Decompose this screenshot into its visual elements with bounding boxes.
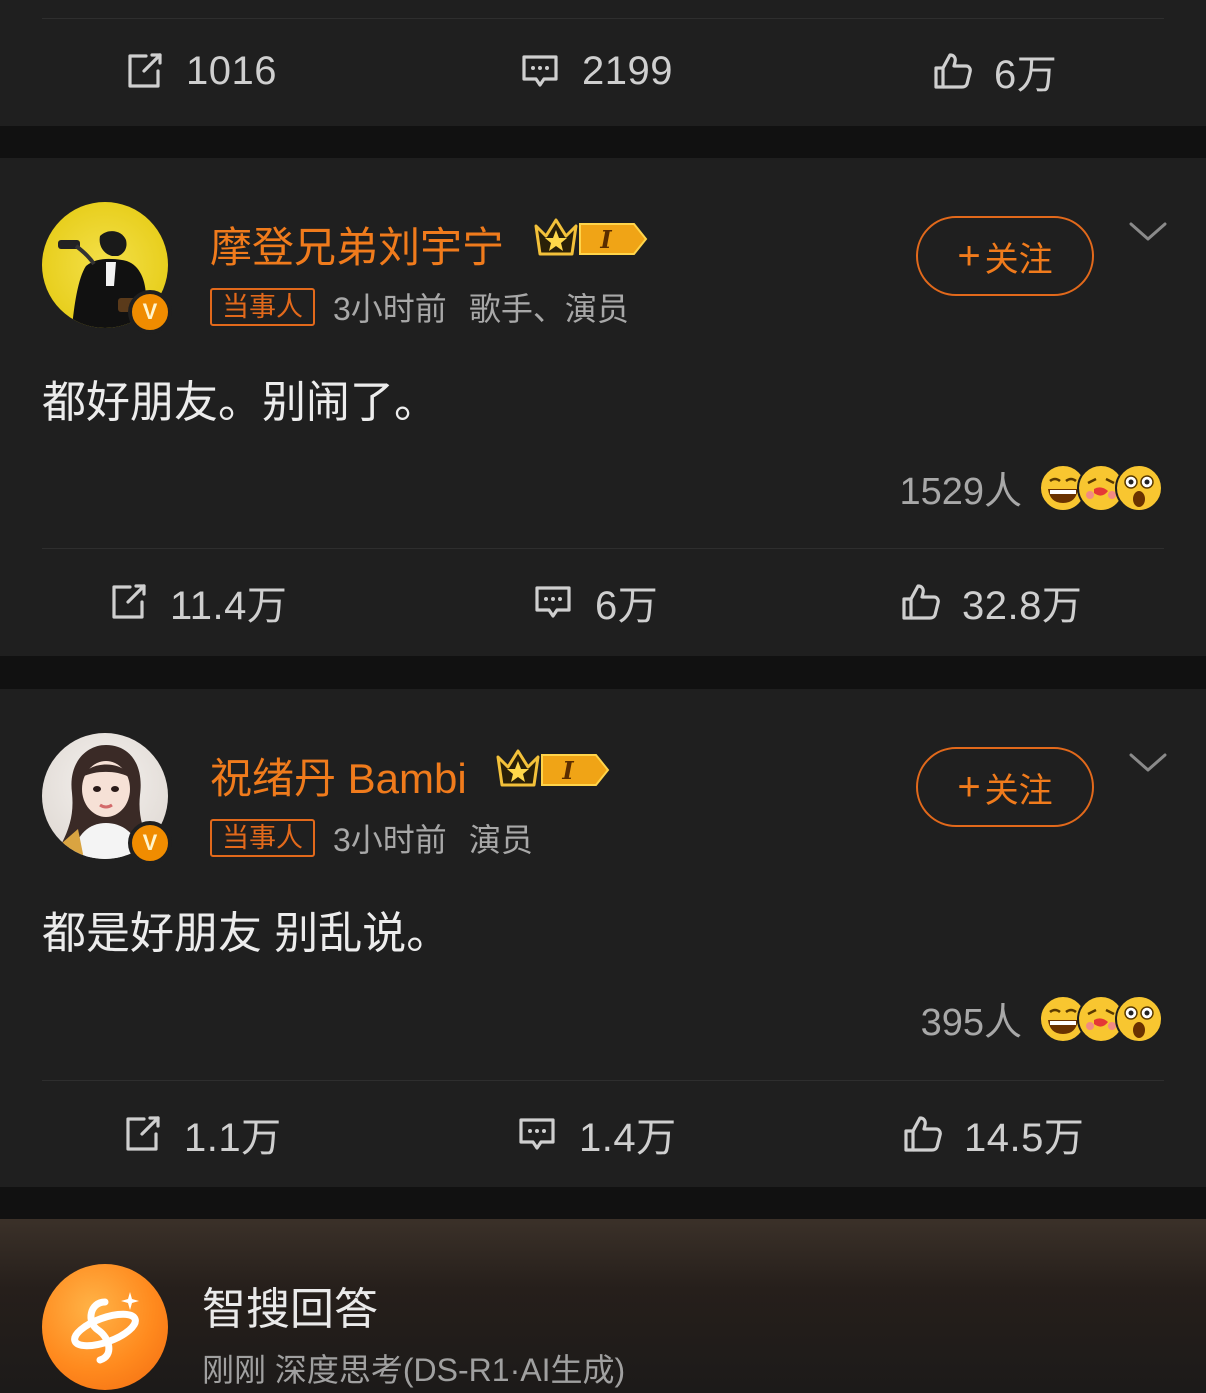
status-badge: 当事人 — [210, 819, 315, 857]
verified-icon: V — [128, 290, 172, 334]
follow-button[interactable]: + 关注 — [916, 747, 1094, 827]
comment-count: 6万 — [595, 584, 659, 628]
post-time: 3小时前 — [333, 291, 447, 327]
verified-icon: V — [128, 821, 172, 865]
repost-icon — [122, 49, 166, 93]
user-role: 演员 — [468, 822, 533, 858]
svg-text:I: I — [599, 225, 612, 254]
repost-button[interactable]: 11.4万 — [106, 549, 287, 655]
repost-count: 11.4万 — [170, 584, 288, 628]
comment-count: 1.4万 — [579, 1116, 677, 1160]
post-content: 都是好朋友 别乱说。 — [42, 909, 451, 958]
crown-icon: I — [496, 749, 610, 787]
like-count: 32.8万 — [962, 584, 1083, 628]
svg-text:I: I — [561, 756, 574, 785]
like-icon — [898, 580, 942, 624]
surprised-emoji-icon — [1115, 994, 1163, 1043]
crown-icon: I — [534, 218, 648, 256]
comment-button[interactable]: 2199 — [518, 18, 673, 124]
status-badge: 当事人 — [210, 288, 315, 326]
reaction-summary[interactable]: 1529人 — [899, 460, 1163, 515]
chevron-down-icon[interactable] — [1128, 220, 1168, 244]
ai-answer-subtitle: 刚刚 深度思考(DS-R1·AI生成) — [202, 1352, 626, 1388]
like-icon — [930, 49, 974, 93]
post-meta: 当事人 3小时前 演员 — [210, 815, 555, 861]
repost-icon — [106, 580, 150, 624]
ai-answer-title: 智搜回答 — [202, 1285, 378, 1334]
like-count: 6万 — [994, 53, 1058, 97]
comment-button[interactable]: 6万 — [531, 549, 658, 655]
follow-button[interactable]: + 关注 — [916, 216, 1094, 296]
reaction-emojis — [1038, 463, 1163, 513]
repost-button[interactable]: 1.1万 — [120, 1081, 282, 1187]
username[interactable]: 摩登兄弟刘宇宁 — [210, 214, 504, 275]
post-card: V 摩登兄弟刘宇宁 I 当事人 3小时前 歌手、演员 + 关注 都好朋友。别闹了… — [0, 158, 1206, 656]
like-count: 14.5万 — [964, 1116, 1085, 1160]
previous-post-card: 1016 2199 6万 — [0, 0, 1206, 126]
user-role: 歌手、演员 — [468, 291, 629, 327]
reaction-count: 395人 — [920, 1002, 1022, 1044]
post-time: 3小时前 — [333, 822, 447, 858]
ai-answer-card[interactable]: 智搜回答 刚刚 深度思考(DS-R1·AI生成) — [0, 1219, 1206, 1393]
ai-search-icon — [42, 1264, 168, 1390]
repost-count: 1.1万 — [184, 1116, 282, 1160]
follow-label: 关注 — [984, 240, 1053, 279]
post-content: 都好朋友。别闹了。 — [42, 378, 438, 427]
like-button[interactable]: 32.8万 — [898, 549, 1082, 655]
chevron-down-icon[interactable] — [1128, 751, 1168, 775]
reaction-emojis — [1038, 994, 1163, 1044]
comment-count: 2199 — [582, 48, 673, 93]
comment-button[interactable]: 1.4万 — [515, 1081, 677, 1187]
comment-icon — [518, 49, 562, 93]
like-button[interactable]: 14.5万 — [900, 1081, 1084, 1187]
reaction-count: 1529人 — [899, 471, 1022, 513]
plus-icon: + — [957, 764, 981, 809]
feed-page: 1016 2199 6万 V 摩登兄弟刘宇宁 I 当事人 3小时前 歌手、演员 … — [0, 0, 1206, 1393]
action-bar: 11.4万 6万 32.8万 — [0, 549, 1206, 655]
surprised-emoji-icon — [1115, 463, 1163, 512]
comment-icon — [531, 580, 575, 624]
action-bar: 1016 2199 6万 — [0, 18, 1206, 124]
follow-label: 关注 — [984, 771, 1053, 810]
post-card: V 祝绪丹 Bambi I 当事人 3小时前 演员 + 关注 都是好朋友 别乱说… — [0, 689, 1206, 1187]
username[interactable]: 祝绪丹 Bambi — [210, 745, 467, 806]
like-icon — [900, 1112, 944, 1156]
plus-icon: + — [957, 233, 981, 278]
repost-button[interactable]: 1016 — [122, 18, 277, 124]
reaction-summary[interactable]: 395人 — [920, 991, 1163, 1046]
like-button[interactable]: 6万 — [930, 18, 1057, 124]
post-meta: 当事人 3小时前 歌手、演员 — [210, 284, 651, 330]
repost-icon — [120, 1112, 164, 1156]
comment-icon — [515, 1112, 559, 1156]
repost-count: 1016 — [186, 48, 277, 93]
action-bar: 1.1万 1.4万 14.5万 — [0, 1081, 1206, 1187]
